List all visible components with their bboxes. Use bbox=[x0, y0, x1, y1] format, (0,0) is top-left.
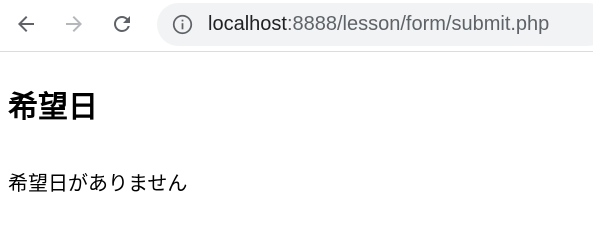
url-text[interactable]: localhost:8888/lesson/form/submit.php bbox=[208, 3, 549, 46]
page-heading: 希望日 bbox=[8, 90, 98, 125]
url-path: :8888/lesson/form/submit.php bbox=[286, 13, 550, 35]
arrow-left-icon bbox=[18, 16, 34, 32]
address-bar[interactable]: localhost:8888/lesson/form/submit.php bbox=[157, 3, 593, 46]
info-circle-icon[interactable] bbox=[172, 14, 193, 35]
forward-button[interactable] bbox=[56, 6, 92, 42]
arrow-right-icon bbox=[66, 16, 82, 32]
reload-button[interactable] bbox=[104, 6, 140, 42]
browser-toolbar: localhost:8888/lesson/form/submit.php bbox=[0, 0, 593, 52]
reload-icon bbox=[114, 15, 130, 32]
url-host: localhost bbox=[208, 13, 287, 35]
error-message: 希望日がありません bbox=[8, 171, 188, 195]
back-button[interactable] bbox=[8, 6, 44, 42]
